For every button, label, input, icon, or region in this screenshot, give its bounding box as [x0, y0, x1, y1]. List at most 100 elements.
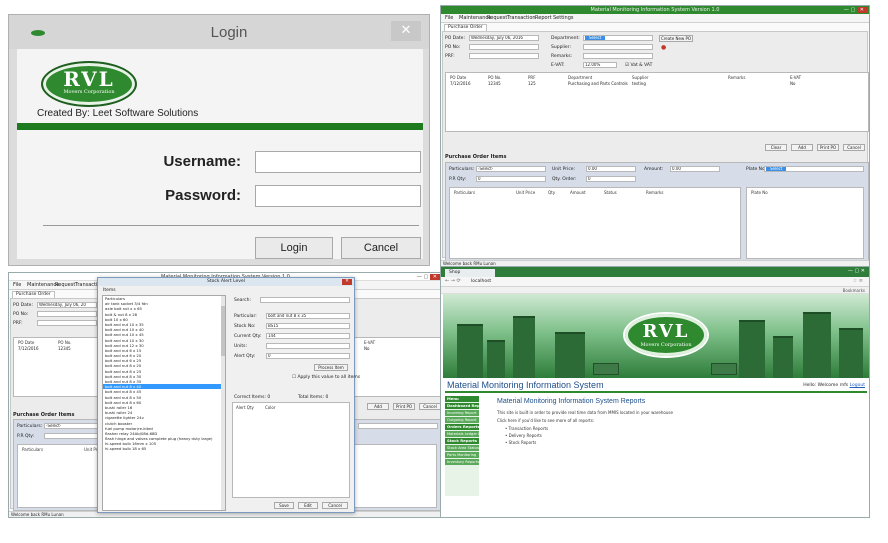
amount-label: Amount:: [644, 167, 664, 172]
remarks-input[interactable]: [583, 53, 653, 59]
menu-file[interactable]: File: [445, 15, 453, 21]
close-icon[interactable]: ✕: [391, 21, 421, 41]
prf-label: PRF:: [13, 321, 23, 326]
tab-purchase-order[interactable]: Purchase Order: [12, 291, 55, 298]
report-link-label[interactable]: Transaction Reports: [509, 426, 549, 431]
cell: 7/12/2016: [18, 346, 39, 351]
login-button[interactable]: Login: [255, 237, 333, 259]
add-button[interactable]: Add: [791, 144, 813, 151]
qty-order-label: Qty. Order:: [552, 177, 577, 182]
sidebar-item[interactable]: Outgoing Report: [445, 417, 479, 423]
clear-button[interactable]: Clear: [765, 144, 787, 151]
sidebar-item[interactable]: Incoming Report: [445, 410, 479, 416]
report-link-label[interactable]: Delivery Reports: [509, 433, 542, 438]
plate-no-select[interactable]: Select: [764, 166, 864, 172]
main-content: Material Monitoring Information System R…: [497, 398, 857, 447]
browser-tab[interactable]: Shop: [445, 269, 495, 277]
add-button[interactable]: Add: [367, 403, 389, 410]
plate-no-select[interactable]: [358, 423, 438, 429]
scrollbar-thumb[interactable]: [221, 306, 225, 356]
prf-input[interactable]: [469, 53, 539, 59]
close-icon[interactable]: ✕: [342, 279, 352, 285]
particulars-select[interactable]: -Select-: [44, 423, 104, 429]
report-link-label[interactable]: Stock Reports: [509, 440, 537, 445]
print-po-button[interactable]: Print PO: [817, 144, 839, 151]
address-bar: ← → ⟳ localhost ☆ ≡: [441, 277, 869, 287]
po-no-input[interactable]: [469, 44, 539, 50]
items-list[interactable]: Particulars air tank socket 3/4 fdn axle b…: [102, 295, 226, 511]
cell: 12345: [488, 81, 501, 86]
pr-qty-label: P.R Qty:: [17, 434, 35, 439]
username-input[interactable]: [255, 151, 421, 173]
sidebar-item[interactable]: Parts Monitoring: [445, 452, 479, 458]
apply-all-checkbox[interactable]: ☐ Apply this value to all items: [292, 375, 360, 380]
cancel-button[interactable]: Cancel: [322, 502, 348, 509]
menu-report[interactable]: Report: [535, 15, 552, 21]
menu-file[interactable]: File: [13, 282, 21, 288]
pr-qty-input[interactable]: 0: [476, 176, 546, 182]
site-header: Material Monitoring Information System H…: [445, 379, 867, 393]
column-header: Supplier: [632, 75, 649, 80]
minimize-maximize-icon[interactable]: — ▢: [417, 274, 428, 280]
report-link[interactable]: • Delivery Reports: [505, 433, 857, 438]
user-greeting: Hello: Welcome rnfs Logout: [803, 383, 865, 388]
po-grid[interactable]: PO Date PO No. PRF Department Supplier R…: [445, 72, 869, 132]
qty-order-input[interactable]: 0: [586, 176, 636, 182]
list-item[interactable]: hi-speed bulb 18 x 65: [103, 446, 225, 451]
edit-button[interactable]: Edit: [298, 502, 318, 509]
minimize-maximize-icon[interactable]: — ▢: [844, 7, 855, 13]
password-input[interactable]: [255, 185, 421, 207]
create-po-button[interactable]: Create New PO: [659, 35, 693, 42]
cancel-button[interactable]: Cancel: [341, 237, 421, 259]
alert-qty-input[interactable]: 0: [266, 353, 350, 359]
po-date-picker[interactable]: Wednesday, July 06, 20: [37, 302, 97, 308]
po-no-input[interactable]: [37, 311, 97, 317]
cancel-button[interactable]: Cancel: [419, 403, 441, 410]
particulars-label: Particulars:: [17, 424, 43, 429]
menu-request[interactable]: Request: [55, 282, 75, 288]
close-icon[interactable]: ✕: [861, 268, 865, 274]
save-button[interactable]: Save: [274, 502, 294, 509]
star-icon[interactable]: ☆ ≡: [853, 278, 863, 284]
department-select[interactable]: Select: [583, 35, 653, 41]
prf-input[interactable]: [37, 320, 97, 326]
menu-settings[interactable]: Settings: [553, 15, 574, 21]
window-controls[interactable]: — ▢ ✕: [848, 268, 865, 274]
close-icon[interactable]: ✕: [856, 7, 867, 13]
items-grid[interactable]: Particulars Unit Price Qty Amount Status…: [449, 187, 741, 259]
vat-checkbox[interactable]: ☑ Vat & VAT: [625, 63, 652, 68]
tab-purchase-order[interactable]: Purchase Order: [444, 24, 487, 31]
cell: 7/12/2016: [450, 81, 471, 86]
report-link[interactable]: • Stock Reports: [505, 440, 857, 445]
menu-request[interactable]: Request: [487, 15, 507, 21]
menu-transaction[interactable]: Transaction: [507, 15, 536, 21]
pr-qty-input[interactable]: [44, 433, 104, 439]
window-controls[interactable]: — ▢ ✕: [417, 274, 440, 280]
process-item-button[interactable]: Process Item: [314, 364, 348, 371]
report-link[interactable]: • Transaction Reports: [505, 426, 857, 431]
plate-grid[interactable]: Plate No: [746, 187, 864, 259]
bookmarks-link[interactable]: Bookmarks: [843, 287, 865, 294]
window-controls[interactable]: — ▢ ✕: [844, 7, 867, 13]
amount-input[interactable]: 0.00: [670, 166, 720, 172]
unit-price-input[interactable]: 0.00: [586, 166, 636, 172]
stock-no-label: Stock No:: [234, 324, 256, 329]
particulars-select[interactable]: -Select-: [476, 166, 546, 172]
cancel-button[interactable]: Cancel: [843, 144, 865, 151]
sidebar-item[interactable]: Inventory Reports: [445, 459, 479, 465]
nav-arrows-icon[interactable]: ← → ⟳: [445, 278, 461, 284]
url-input[interactable]: localhost: [471, 279, 491, 284]
po-date-picker[interactable]: Wednesday, July 06, 2016: [469, 35, 539, 41]
items-section-title: Purchase Order Items: [13, 412, 75, 418]
alert-grid[interactable]: Alert Qty Color: [232, 402, 350, 498]
print-po-button[interactable]: Print PO: [393, 403, 415, 410]
evat-input[interactable]: 12.00%: [583, 62, 617, 68]
scrollbar[interactable]: [221, 296, 225, 510]
search-input[interactable]: [260, 297, 350, 303]
sidebar-item[interactable]: Materials Ledger Reports: [445, 431, 479, 437]
sidebar-item[interactable]: Stock Area Status: [445, 445, 479, 451]
logout-link[interactable]: Logout: [850, 383, 865, 388]
supplier-select[interactable]: [583, 44, 653, 50]
close-icon[interactable]: ✕: [429, 274, 440, 280]
user-icon[interactable]: ●: [661, 44, 666, 51]
